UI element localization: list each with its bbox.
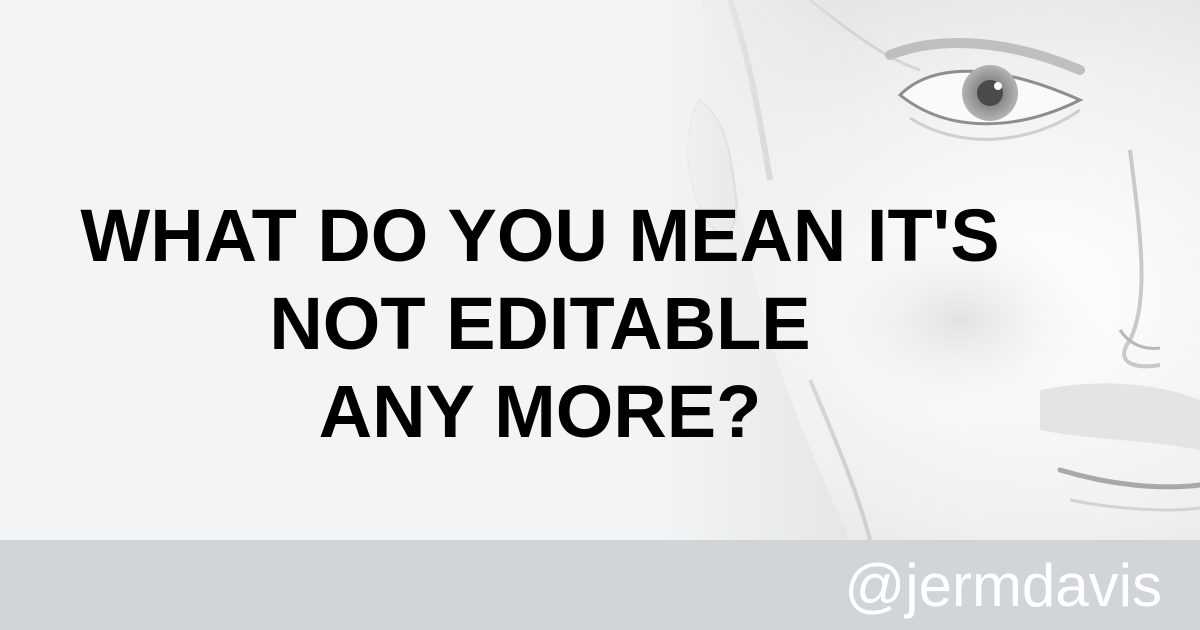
- author-handle: @jermdavis: [844, 552, 1162, 619]
- headline: WHAT DO YOU MEAN IT'S NOT EDITABLE ANY M…: [0, 192, 1080, 456]
- headline-line-1: WHAT DO YOU MEAN IT'S: [80, 194, 1000, 277]
- share-card: WHAT DO YOU MEAN IT'S NOT EDITABLE ANY M…: [0, 0, 1200, 630]
- headline-line-2: NOT EDITABLE: [269, 282, 811, 365]
- headline-line-3: ANY MORE?: [318, 370, 762, 453]
